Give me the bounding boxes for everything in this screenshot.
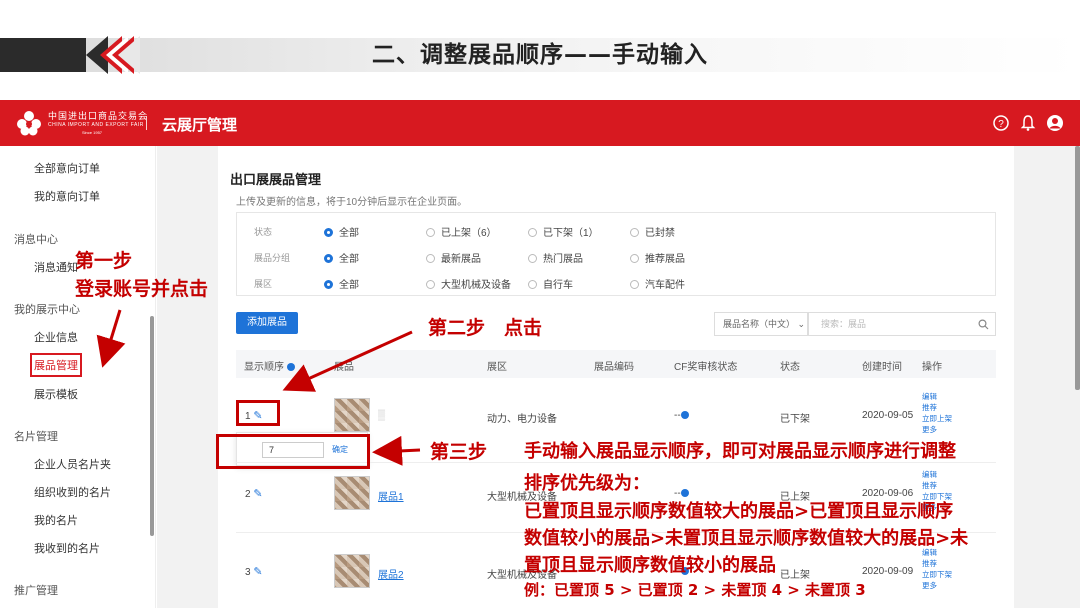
annotation-priority-line1: 已置顶且显示顺序数值较大的展品>已置顶且显示顺序 xyxy=(524,501,954,522)
annotation-priority-title: 排序优先级为： xyxy=(524,473,650,494)
annotation-step2: 第二步 点击 xyxy=(428,317,543,339)
annotation-priority-line2: 数值较小的展品>未置顶且显示顺序数值较大的展品>未 xyxy=(524,528,969,549)
annotation-step3-desc: 手动输入展品显示顺序，即可对展品显示顺序进行调整 xyxy=(524,441,956,462)
arrow-step1 xyxy=(96,309,126,368)
annotation-priority-line3: 置顶且显示顺序数值较小的展品 xyxy=(524,555,776,576)
annotation-step3-title: 第三步 xyxy=(430,441,488,463)
annotation-step1-title: 第一步 xyxy=(75,250,133,272)
arrow-step3 xyxy=(372,435,421,466)
annotation-step1-desc: 登录账号并点击 xyxy=(75,278,209,300)
arrow-step2 xyxy=(282,330,413,392)
slide: 二、调整展品顺序——手动输入 中国进出口商品交易会 CHINA IMPORT A… xyxy=(0,0,1080,608)
annotation-example: 例：已置顶 5 > 已置顶 2 > 未置顶 4 > 未置顶 3 xyxy=(524,581,866,599)
